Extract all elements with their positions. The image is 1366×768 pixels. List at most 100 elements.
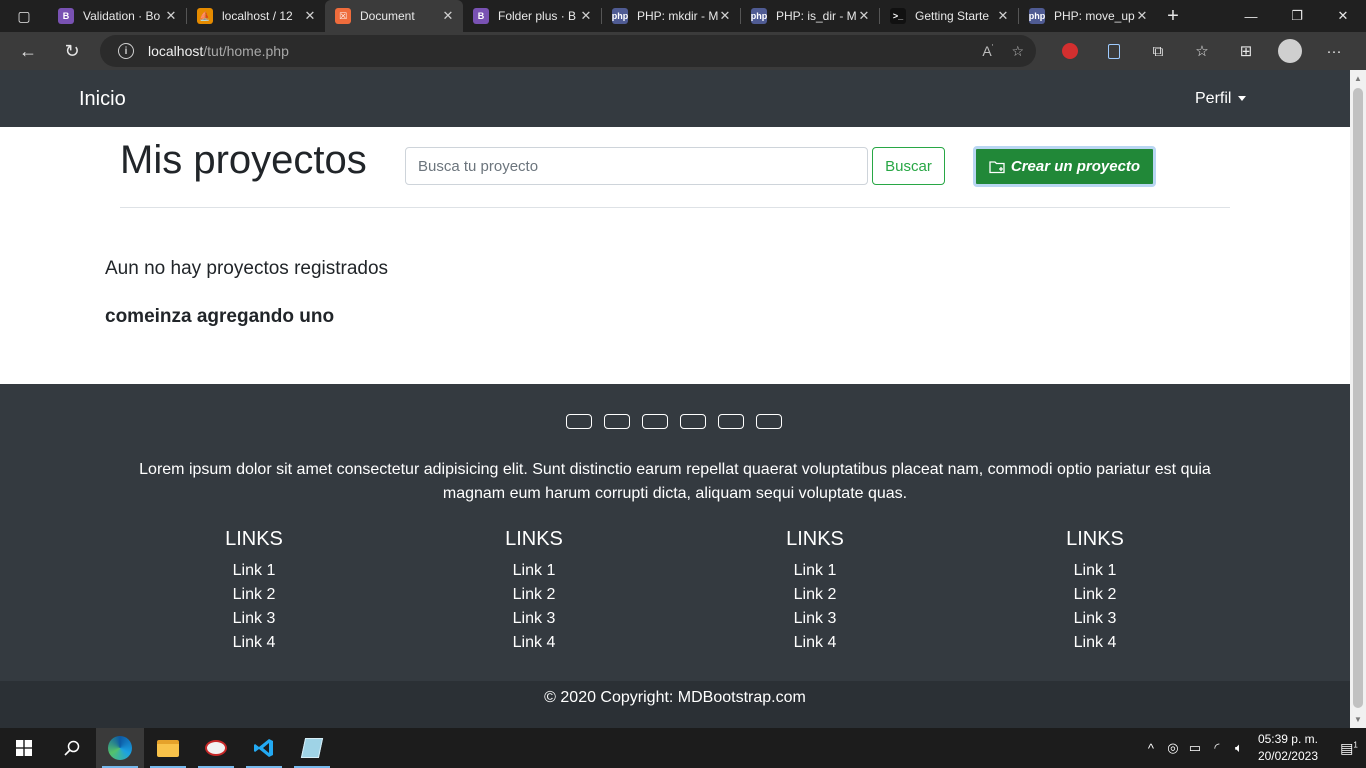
wifi-icon[interactable]: ◜: [1206, 740, 1228, 756]
search-icon[interactable]: [48, 728, 96, 768]
url-host: localhost: [148, 43, 204, 59]
footer-link[interactable]: Link 4: [1015, 631, 1175, 655]
footer-column-1: LINKS Link 1 Link 2 Link 3 Link 4: [174, 528, 334, 655]
social-button-5[interactable]: [718, 414, 744, 429]
extension-icon[interactable]: [1092, 43, 1136, 59]
extensions-icon[interactable]: ⧉: [1136, 43, 1180, 60]
tab-title: localhost / 12: [222, 9, 293, 23]
copyright-bar: © 2020 Copyright: MDBootstrap.com: [0, 681, 1350, 728]
social-button-4[interactable]: [680, 414, 706, 429]
browser-tab[interactable]: ☒ Document ✕: [325, 0, 463, 32]
nav-brand-link[interactable]: Inicio: [79, 88, 126, 111]
notifications-icon[interactable]: ▤1: [1332, 740, 1366, 757]
social-button-1[interactable]: [566, 414, 592, 429]
footer-link[interactable]: Link 3: [735, 607, 895, 631]
windows-start-icon[interactable]: [0, 728, 48, 768]
scroll-down-icon[interactable]: ▼: [1354, 715, 1362, 724]
browser-tab[interactable]: php PHP: mkdir - M ✕: [602, 0, 740, 32]
empty-state-hint: comeinza agregando uno: [105, 306, 335, 327]
scrollbar-thumb[interactable]: [1353, 88, 1363, 708]
create-project-button[interactable]: Crear un proyecto: [973, 146, 1156, 187]
footer-link[interactable]: Link 2: [735, 583, 895, 607]
site-navbar: Inicio Perfil: [0, 70, 1350, 127]
webcam-icon[interactable]: ◎: [1162, 740, 1184, 756]
close-tab-icon[interactable]: ✕: [164, 8, 178, 24]
settings-more-icon[interactable]: ···: [1312, 43, 1356, 60]
close-tab-icon[interactable]: ✕: [718, 8, 732, 24]
browser-tab[interactable]: ⛵ localhost / 12 ✕: [187, 0, 325, 32]
favorites-icon[interactable]: ☆: [1180, 42, 1224, 60]
tab-actions-icon[interactable]: ▢: [0, 0, 48, 32]
file-explorer-icon[interactable]: [144, 728, 192, 768]
footer-link[interactable]: Link 1: [735, 559, 895, 583]
footer-link[interactable]: Link 1: [174, 559, 334, 583]
system-tray: ^ ◎ ▭ ◜ 🔈︎ 05:39 p. m. 20/02/2023 ▤1: [1140, 728, 1366, 768]
footer-link[interactable]: Link 4: [454, 631, 614, 655]
refresh-icon[interactable]: ↻: [50, 32, 94, 70]
minimize-icon[interactable]: —: [1228, 0, 1274, 32]
site-info-icon[interactable]: i: [118, 43, 134, 59]
windows-taskbar: ^ ◎ ▭ ◜ 🔈︎ 05:39 p. m. 20/02/2023 ▤1: [0, 728, 1366, 768]
vscode-icon[interactable]: [240, 728, 288, 768]
browser-tab[interactable]: B Folder plus · B ✕: [463, 0, 601, 32]
close-window-icon[interactable]: ✕: [1320, 0, 1366, 32]
footer-link[interactable]: Link 3: [174, 607, 334, 631]
profile-label: Perfil: [1195, 90, 1232, 107]
social-button-3[interactable]: [642, 414, 668, 429]
clock[interactable]: 05:39 p. m. 20/02/2023: [1258, 731, 1318, 765]
profile-avatar[interactable]: [1268, 39, 1312, 63]
footer-description: Lorem ipsum dolor sit amet consectetur a…: [139, 461, 1211, 502]
clock-time: 05:39 p. m.: [1257, 732, 1318, 746]
footer-link[interactable]: Link 4: [174, 631, 334, 655]
adblock-extension-icon[interactable]: [1048, 43, 1092, 59]
social-button-6[interactable]: [756, 414, 782, 429]
footer-link[interactable]: Link 3: [1015, 607, 1175, 631]
profile-dropdown[interactable]: Perfil: [1195, 90, 1247, 108]
browser-tab[interactable]: php PHP: move_up ✕: [1019, 0, 1157, 32]
tab-favicon-icon: php: [751, 8, 767, 24]
page-scrollbar[interactable]: ▲ ▼: [1350, 70, 1366, 728]
close-tab-icon[interactable]: ✕: [857, 8, 871, 24]
close-tab-icon[interactable]: ✕: [579, 8, 593, 24]
search-button[interactable]: Buscar: [872, 147, 945, 185]
back-icon[interactable]: ←: [6, 32, 50, 70]
restore-icon[interactable]: ❐: [1274, 0, 1320, 32]
footer-link[interactable]: Link 2: [1015, 583, 1175, 607]
notification-count: 1: [1353, 739, 1358, 749]
volume-icon[interactable]: 🔈︎: [1228, 740, 1250, 756]
edge-browser-icon[interactable]: [96, 728, 144, 768]
add-favorite-icon[interactable]: ☆: [1011, 43, 1024, 60]
scroll-up-icon[interactable]: ▲: [1354, 74, 1362, 83]
divider: [120, 207, 1230, 208]
tab-list: B Validation · Bo ✕ ⛵ localhost / 12 ✕ ☒ Docume…: [48, 0, 1157, 32]
tab-favicon-icon: php: [1029, 8, 1045, 24]
empty-state-message: Aun no hay proyectos registrados: [105, 258, 389, 279]
footer-link[interactable]: Link 2: [454, 583, 614, 607]
footer-link[interactable]: Link 2: [174, 583, 334, 607]
close-tab-icon[interactable]: ✕: [1135, 8, 1149, 24]
paint-app-icon[interactable]: [192, 728, 240, 768]
address-bar[interactable]: i localhost/tut/home.php Aʼ ☆: [100, 35, 1036, 67]
social-button-2[interactable]: [604, 414, 630, 429]
browser-tab[interactable]: B Validation · Bo ✕: [48, 0, 186, 32]
close-tab-icon[interactable]: ✕: [303, 8, 317, 24]
footer-link[interactable]: Link 3: [454, 607, 614, 631]
read-aloud-icon[interactable]: Aʼ: [982, 43, 993, 60]
close-tab-icon[interactable]: ✕: [996, 8, 1010, 24]
browser-tab[interactable]: php PHP: is_dir - M ✕: [741, 0, 879, 32]
footer-link[interactable]: Link 1: [1015, 559, 1175, 583]
collections-icon[interactable]: ⊞: [1224, 42, 1268, 60]
footer-column-4: LINKS Link 1 Link 2 Link 3 Link 4: [1015, 528, 1175, 655]
browser-tab[interactable]: >_ Getting Starte ✕: [880, 0, 1018, 32]
footer-link[interactable]: Link 4: [735, 631, 895, 655]
tab-favicon-icon: B: [473, 8, 489, 24]
close-tab-icon[interactable]: ✕: [441, 8, 455, 24]
show-hidden-icons-icon[interactable]: ^: [1140, 741, 1162, 756]
notes-app-icon[interactable]: [288, 728, 336, 768]
battery-icon[interactable]: ▭: [1184, 740, 1206, 756]
footer-link[interactable]: Link 1: [454, 559, 614, 583]
new-tab-button[interactable]: +: [1157, 0, 1189, 32]
footer-column-heading: LINKS: [1066, 528, 1124, 550]
project-search-input[interactable]: [405, 147, 868, 185]
clock-date: 20/02/2023: [1257, 749, 1318, 763]
